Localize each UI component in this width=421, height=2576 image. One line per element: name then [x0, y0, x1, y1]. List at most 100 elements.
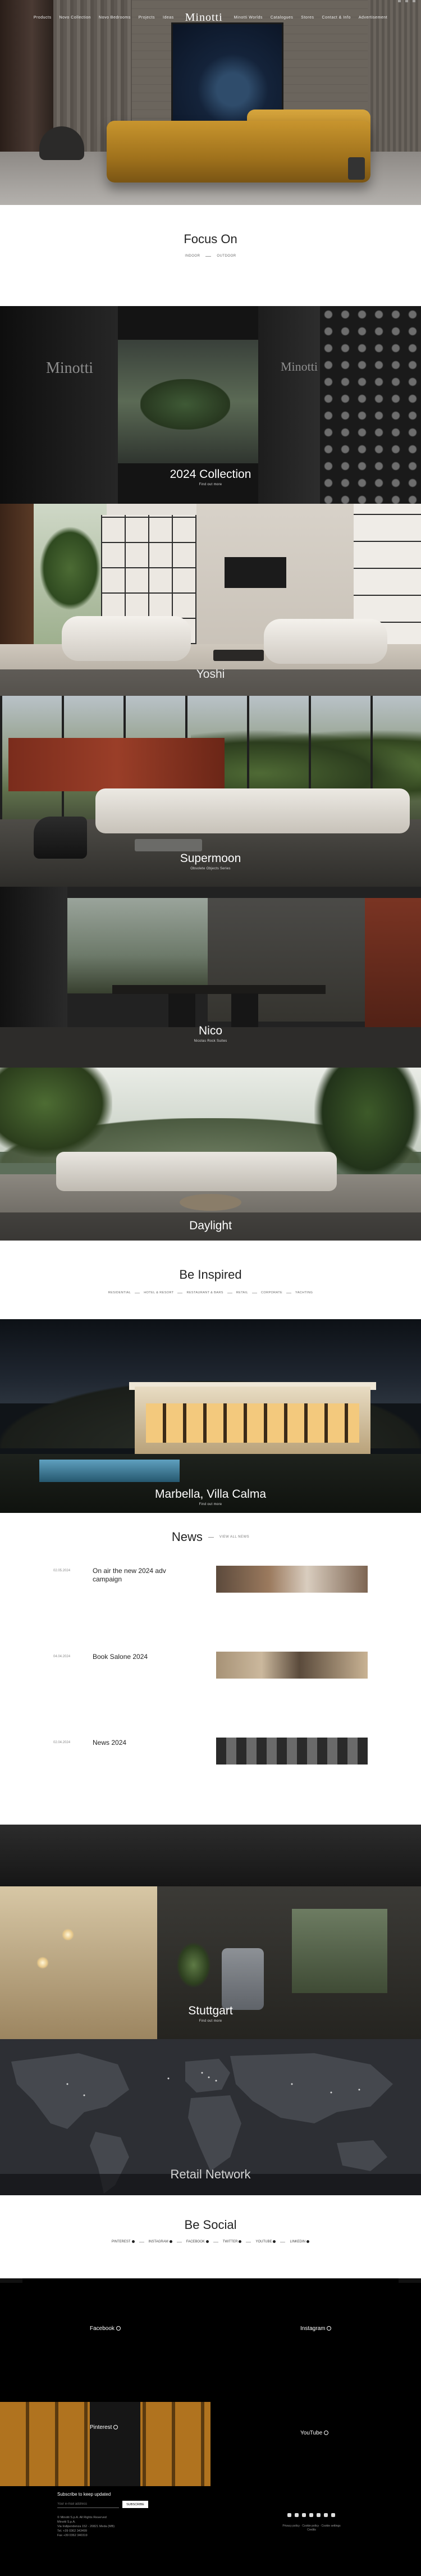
twitter-icon[interactable]: [324, 2513, 328, 2517]
pinterest-tile[interactable]: Pinterest: [90, 2424, 118, 2431]
panel-subtitle[interactable]: Obsolete Objects Series: [0, 867, 421, 870]
news-item[interactable]: 04.04.2024 Book Salone 2024: [0, 1652, 421, 1716]
news-headline[interactable]: Book Salone 2024: [93, 1653, 188, 1661]
youtube-tile[interactable]: YouTube: [300, 2430, 329, 2436]
focus-panel-supermoon[interactable]: Supermoon Obsolete Objects Series: [0, 696, 421, 887]
news-headline[interactable]: News 2024: [93, 1739, 188, 1747]
europe-shape: [185, 2059, 230, 2092]
subscribe-button[interactable]: SUBSCRIBE: [122, 2501, 148, 2508]
panel-title: Yoshi: [196, 668, 225, 681]
news-title: News: [171, 1530, 203, 1544]
daylight-table: [180, 1194, 241, 1211]
store-feature-stuttgart[interactable]: Stuttgart Find out more: [0, 1825, 421, 2039]
pinterest-icon: [113, 2425, 118, 2429]
pinterest-icon[interactable]: [302, 2513, 306, 2517]
nav-projects[interactable]: Projects: [139, 16, 155, 20]
brand-logo[interactable]: Minotti: [185, 11, 223, 24]
facebook-tile[interactable]: Facebook: [90, 2326, 121, 2332]
social-photo[interactable]: [0, 2402, 210, 2486]
chip-retail[interactable]: RETAIL: [236, 1291, 248, 1294]
tab-indoor[interactable]: INDOOR: [185, 254, 200, 258]
newsletter-email-input[interactable]: [57, 2501, 119, 2508]
linkedin-icon: [306, 2240, 310, 2243]
instagram-tile[interactable]: Instagram: [300, 2326, 332, 2332]
villa-windows: [146, 1403, 359, 1443]
social-links: PINTEREST INSTAGRAM FACEBOOK TWITTER YOU…: [0, 2240, 421, 2244]
instagram-icon[interactable]: [295, 2513, 299, 2517]
nav-worlds[interactable]: Minotti Worlds: [234, 16, 263, 20]
focus-panel-daylight[interactable]: Daylight: [0, 1068, 421, 1241]
news-separator: [208, 1537, 214, 1538]
inspired-feature-villa[interactable]: Marbella, Villa Calma Find out more: [0, 1319, 421, 1513]
chip-yachting[interactable]: YACHTING: [295, 1291, 313, 1294]
linkedin-icon[interactable]: [317, 2513, 321, 2517]
youtube-icon[interactable]: [309, 2513, 313, 2517]
panel-title: Nico: [198, 1024, 222, 1037]
panel-title: 2024 Collection: [170, 468, 251, 481]
daylight-sofa: [56, 1152, 337, 1191]
news-thumbnail[interactable]: [216, 1738, 368, 1765]
view-all-news-link[interactable]: VIEW ALL NEWS: [219, 1535, 249, 1539]
tab-outdoor[interactable]: OUTDOOR: [217, 254, 236, 258]
focus-panel-yoshi[interactable]: Yoshi: [0, 504, 421, 696]
nav-contact[interactable]: Contact & Info: [322, 16, 351, 20]
social-youtube[interactable]: YOUTUBE: [255, 2240, 276, 2244]
social-facebook[interactable]: FACEBOOK: [186, 2240, 209, 2244]
news-thumbnail[interactable]: [216, 1566, 368, 1593]
nav-products[interactable]: Products: [34, 16, 52, 20]
nav-ideas[interactable]: Ideas: [163, 16, 174, 20]
tile-corner: [0, 2278, 22, 2283]
panel-caption: Retail Network: [0, 2167, 421, 2182]
social-pinterest[interactable]: PINTEREST: [112, 2240, 135, 2244]
nav-stores[interactable]: Stores: [301, 16, 314, 20]
showroom-logo-right: Minotti: [281, 359, 318, 373]
news-thumbnail[interactable]: [216, 1652, 368, 1679]
chip-corporate[interactable]: CORPORATE: [261, 1291, 282, 1294]
supermoon-sofa: [95, 788, 410, 833]
store-armchair: [222, 1948, 264, 2010]
panel-caption: Supermoon Obsolete Objects Series: [0, 852, 421, 870]
be-social-title: Be Social: [184, 2218, 237, 2232]
chip-hotel[interactable]: HOTEL & RESORT: [144, 1291, 173, 1294]
be-inspired-header: Be Inspired RESIDENTIAL HOTEL & RESORT R…: [0, 1241, 421, 1319]
chip-restaurant[interactable]: RESTAURANT & BARS: [186, 1291, 223, 1294]
chip-residential[interactable]: RESIDENTIAL: [108, 1291, 131, 1294]
store-top: [0, 1825, 421, 1886]
nav-novo-collection[interactable]: Novo Collection: [59, 16, 91, 20]
be-social-header: Be Social PINTEREST INSTAGRAM FACEBOOK T…: [0, 2195, 421, 2278]
social-linkedin[interactable]: LINKEDIN: [290, 2240, 310, 2244]
focus-panel-nico[interactable]: Nico Nicolas Rock Suites: [0, 887, 421, 1068]
panel-title: Marbella, Villa Calma: [154, 1488, 267, 1501]
focus-panel-collection[interactable]: Minotti Minotti 2024 Collection Find out…: [0, 306, 421, 504]
news-item[interactable]: 02.04.2024 News 2024: [0, 1738, 421, 1802]
tab-separator: [205, 256, 212, 257]
panel-subtitle[interactable]: Nicolas Rock Suites: [0, 1039, 421, 1043]
legal-links[interactable]: Privacy policy · Cookie policy · Cookie …: [264, 2524, 359, 2532]
news-item[interactable]: 02.05.2024 On air the new 2024 adv campa…: [0, 1566, 421, 1630]
supermoon-table: [135, 839, 202, 851]
instagram-icon: [327, 2326, 332, 2331]
nav-novo-bedrooms[interactable]: Novo Bedrooms: [99, 16, 131, 20]
wall-lamp: [62, 1928, 74, 1941]
news-headline[interactable]: On air the new 2024 adv campaign: [93, 1567, 188, 1584]
nav-advertisement[interactable]: Advertisement: [359, 16, 387, 20]
wechat-icon[interactable]: [331, 2513, 335, 2517]
facebook-icon[interactable]: [287, 2513, 291, 2517]
yoshi-tv: [225, 557, 286, 588]
panel-subtitle[interactable]: Find out more: [0, 483, 421, 486]
panel-caption: Daylight: [0, 1219, 421, 1233]
social-grid: Facebook Instagram Pinterest YouTube: [0, 2278, 421, 2486]
focus-on-title: Focus On: [184, 232, 237, 246]
facebook-icon: [116, 2326, 121, 2331]
tile-corner: [399, 2278, 421, 2283]
nav-catalogues[interactable]: Catalogues: [271, 16, 293, 20]
panel-subtitle[interactable]: Find out more: [0, 1503, 421, 1506]
social-instagram[interactable]: INSTAGRAM: [149, 2240, 172, 2244]
retail-network-map[interactable]: Retail Network: [0, 2039, 421, 2195]
showroom-logo-left: Minotti: [46, 359, 94, 377]
yoshi-plant: [39, 526, 101, 610]
villa-pool: [39, 1460, 180, 1482]
social-twitter[interactable]: TWITTER: [223, 2240, 242, 2244]
panel-caption: Yoshi: [0, 668, 421, 681]
panel-subtitle[interactable]: Find out more: [0, 2019, 421, 2023]
